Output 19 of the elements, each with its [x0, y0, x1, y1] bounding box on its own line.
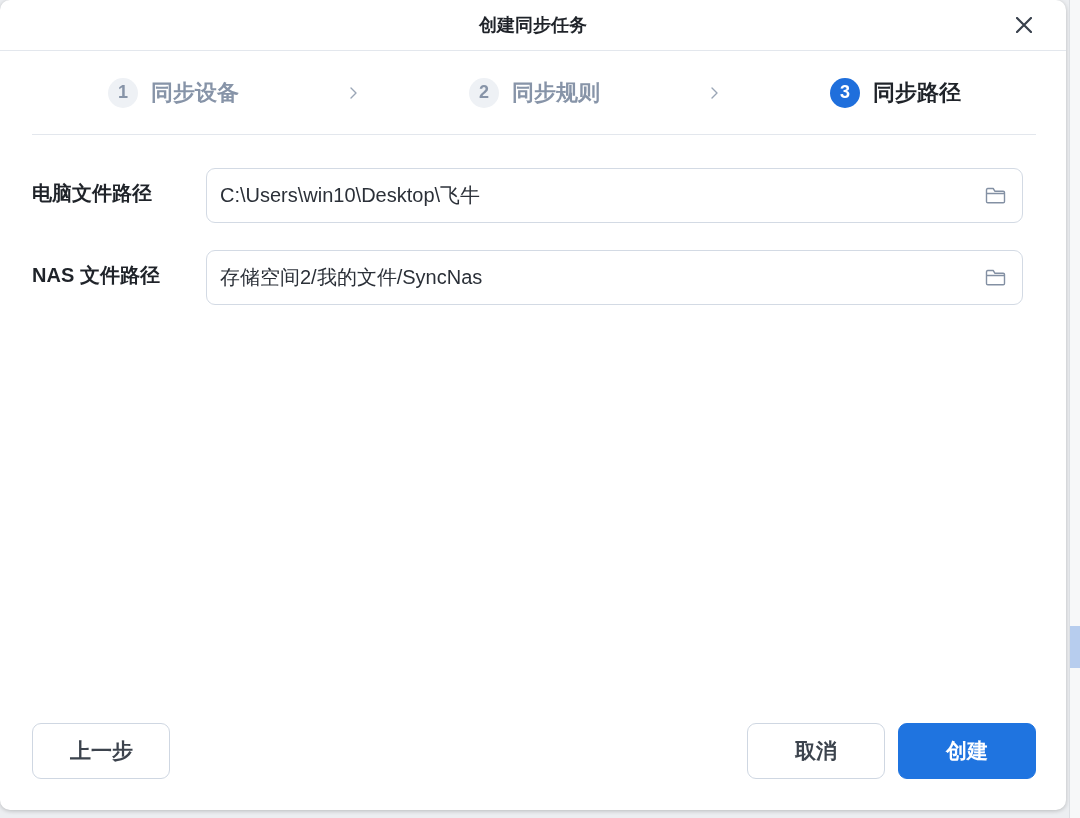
field-label: NAS 文件路径 — [32, 263, 161, 288]
step-number: 2 — [469, 77, 499, 108]
close-icon[interactable] — [1016, 17, 1032, 33]
step-number: 3 — [830, 77, 860, 108]
chevron-icon — [711, 86, 718, 99]
folder-icon[interactable] — [985, 187, 1006, 204]
action-button[interactable]: 上一步 — [32, 723, 170, 779]
step-label: 同步路径 — [873, 78, 961, 107]
step-number: 1 — [108, 77, 138, 108]
step-label: 同步设备 — [151, 78, 239, 107]
path-field[interactable]: C:\Users\win10\Desktop\飞牛 — [206, 168, 1023, 223]
create-button[interactable]: 创建 — [898, 723, 1036, 779]
path-field[interactable]: 存储空间2/我的文件/SyncNas — [206, 250, 1023, 305]
folder-icon[interactable] — [985, 269, 1006, 286]
field-label: 电脑文件路径 — [32, 181, 153, 206]
action-button[interactable]: 取消 — [747, 723, 885, 779]
step-label: 同步规则 — [512, 78, 600, 107]
dialog-title: 创建同步任务 — [479, 14, 587, 37]
chevron-icon — [350, 86, 357, 99]
